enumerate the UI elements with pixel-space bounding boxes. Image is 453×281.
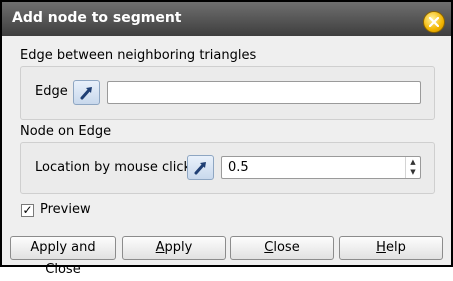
edge-select-button[interactable] (73, 80, 100, 105)
apply-and-close-button[interactable]: Apply and Close (10, 236, 116, 277)
help-button[interactable]: Help (339, 236, 443, 260)
dialog-window: Add node to segment Edge between neighbo… (0, 0, 453, 277)
close-icon (429, 17, 439, 27)
edge-section-title: Edge between neighboring triangles (20, 48, 257, 63)
selection-arrow-icon (194, 162, 206, 175)
selection-arrow-icon (80, 87, 92, 100)
edge-label: Edge (35, 84, 68, 99)
close-label-rest: lose (273, 240, 300, 255)
node-section-title: Node on Edge (20, 124, 112, 139)
location-select-button[interactable] (187, 155, 214, 180)
help-label-rest: elp (385, 240, 406, 255)
edge-groupbox: Edge (20, 66, 435, 120)
close-window-button[interactable] (423, 11, 445, 33)
spin-arrows: ▲ ▼ (405, 157, 420, 178)
title-bar[interactable]: Add node to segment (2, 2, 451, 36)
close-button[interactable]: Close (230, 236, 334, 260)
node-groupbox: Location by mouse click 0.5 ▲ ▼ (20, 142, 435, 194)
close-mnemonic: C (264, 240, 274, 255)
edge-input[interactable] (107, 81, 421, 104)
location-spinbox[interactable]: 0.5 ▲ ▼ (221, 156, 421, 179)
window-title: Add node to segment (12, 10, 182, 26)
preview-label: Preview (40, 202, 91, 217)
apply-label-rest: pply (164, 240, 193, 255)
apply-mnemonic: A (155, 240, 165, 255)
location-label: Location by mouse click (35, 160, 191, 175)
spin-down-icon[interactable]: ▼ (406, 167, 420, 177)
location-value: 0.5 (228, 160, 249, 175)
preview-checkbox[interactable]: ✓ (21, 204, 34, 217)
spin-up-icon[interactable]: ▲ (406, 157, 420, 167)
apply-button[interactable]: Apply (122, 236, 226, 260)
help-mnemonic: H (376, 240, 386, 255)
